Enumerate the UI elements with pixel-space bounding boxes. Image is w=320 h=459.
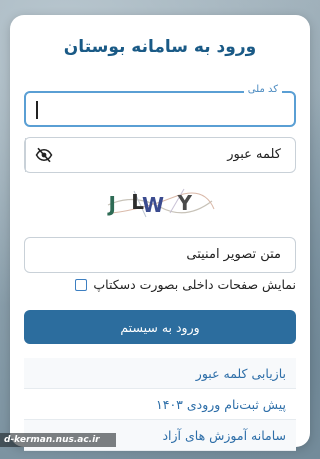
- pre-registration-link[interactable]: پیش ثبت‌نام ورودی ۱۴۰۳: [24, 389, 296, 420]
- svg-text:J: J: [107, 192, 116, 216]
- captcha-placeholder: متن تصویر امنیتی: [186, 247, 281, 262]
- national-code-label: کد ملی: [243, 84, 282, 95]
- national-code-field[interactable]: کد ملی: [24, 84, 296, 127]
- captcha-graphic: J L W Y: [104, 183, 216, 221]
- password-placeholder: کلمه عبور: [227, 147, 281, 162]
- login-button[interactable]: ورود به سیستم: [24, 310, 296, 344]
- eye-slash-icon: [35, 147, 53, 163]
- desktop-mode-checkbox[interactable]: [75, 278, 88, 291]
- desktop-mode-label: نمایش صفحات داخلی بصورت دسکتاپ: [93, 277, 296, 292]
- captcha-image[interactable]: J L W Y: [104, 183, 216, 221]
- forgot-password-link[interactable]: بازیابی کلمه عبور: [24, 358, 296, 389]
- desktop-mode-option[interactable]: نمایش صفحات داخلی بصورت دسکتاپ: [75, 277, 296, 292]
- svg-text:Y: Y: [177, 191, 193, 215]
- svg-text:W: W: [142, 193, 164, 217]
- login-card: ورود به سامانه بوستان کد ملی کلمه عبور J…: [10, 15, 310, 451]
- captcha-input[interactable]: متن تصویر امنیتی: [24, 237, 296, 273]
- page-title: ورود به سامانه بوستان: [63, 37, 257, 57]
- site-watermark: d-kerman.nus.ac.ir: [0, 433, 116, 447]
- text-caret: [36, 101, 38, 119]
- toggle-password-visibility-button[interactable]: [25, 138, 62, 172]
- password-field[interactable]: کلمه عبور: [24, 137, 296, 173]
